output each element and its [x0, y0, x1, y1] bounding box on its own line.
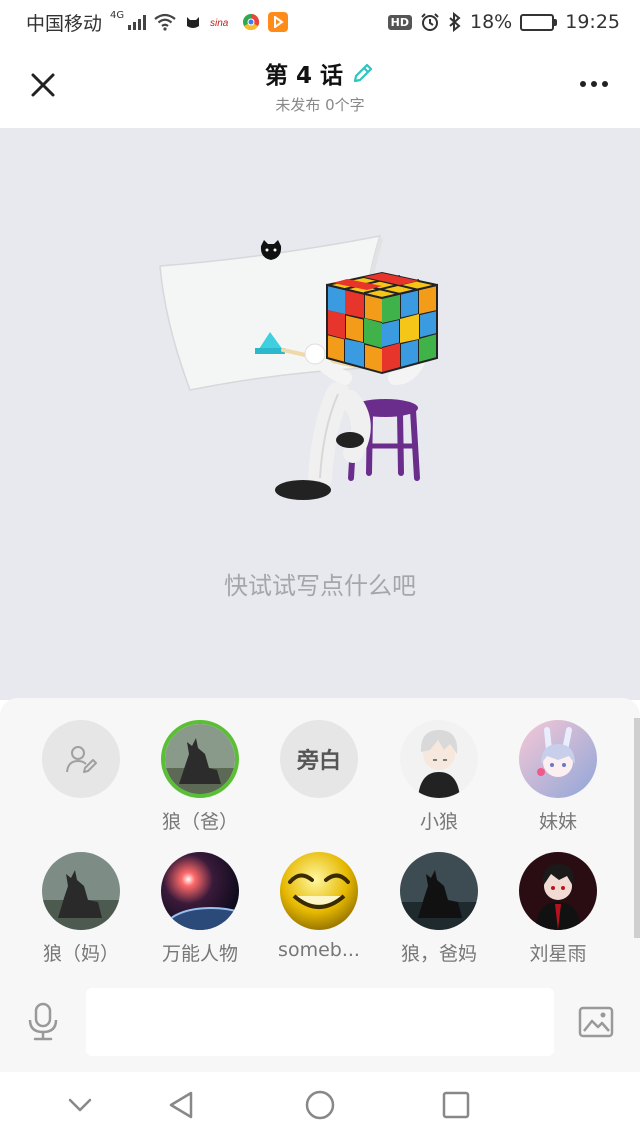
character-label: 狼（妈）	[42, 943, 119, 965]
character-label: someb...	[278, 939, 360, 961]
clock: 19:25	[565, 11, 620, 33]
narration-avatar: 旁白	[280, 720, 358, 798]
status-bar: 中国移动 4G sina HD 18% 19:25	[0, 0, 640, 44]
play-icon	[268, 12, 289, 32]
back-icon	[169, 1091, 193, 1119]
narration-text: 旁白	[296, 749, 341, 774]
more-button[interactable]	[580, 76, 612, 92]
character-avatar	[519, 852, 597, 930]
character-universal[interactable]: 万能人物	[140, 852, 260, 966]
character-label: 万能人物	[161, 943, 238, 965]
empty-state-illustration	[159, 235, 438, 500]
voice-button[interactable]	[26, 1002, 60, 1042]
character-label: 狼，爸妈	[400, 943, 477, 965]
character-avatar	[161, 720, 239, 798]
bluetooth-icon	[449, 12, 461, 32]
add-character-button[interactable]	[21, 720, 141, 807]
more-icon	[580, 81, 608, 87]
character-little-wolf[interactable]: 小狼	[379, 720, 499, 834]
character-label: 刘星雨	[529, 943, 587, 965]
sina-icon: sina	[210, 18, 229, 29]
recents-icon	[442, 1091, 470, 1119]
character-avatar	[161, 852, 239, 930]
empty-state-hint: 快试试写点什么吧	[224, 572, 416, 600]
battery-icon	[520, 13, 558, 31]
network-type: 4G	[110, 9, 125, 21]
pencil-icon[interactable]	[351, 61, 375, 85]
character-avatar	[519, 720, 597, 798]
home-button[interactable]	[304, 1089, 336, 1121]
character-sister[interactable]: 妹妹	[498, 720, 618, 834]
story-canvas[interactable]: 快试试写点什么吧	[0, 128, 640, 700]
character-somebody[interactable]: someb...	[259, 852, 379, 961]
app-chrome-icon	[243, 13, 260, 31]
character-avatar	[400, 720, 478, 798]
wifi-icon	[154, 13, 176, 31]
character-liu-xingyu[interactable]: 刘星雨	[498, 852, 618, 966]
svg-text:sina: sina	[210, 18, 229, 29]
character-wolf-mom[interactable]: 狼（妈）	[21, 852, 141, 966]
input-bar	[0, 976, 640, 1072]
message-input[interactable]	[86, 988, 554, 1056]
image-button[interactable]	[578, 1005, 614, 1039]
collapse-button[interactable]	[64, 1089, 96, 1121]
character-avatar	[42, 852, 120, 930]
app-cat-icon	[187, 17, 200, 28]
battery-percent: 18%	[470, 11, 513, 33]
recents-button[interactable]	[440, 1089, 472, 1121]
microphone-icon	[28, 1002, 58, 1041]
carrier-name: 中国移动	[26, 12, 103, 35]
character-avatar	[400, 852, 478, 930]
character-panel: 狼（爸） 旁白 小狼 妹妹 狼（妈） 万能人物 someb... 狼，爸妈 刘星…	[0, 698, 640, 976]
page-title[interactable]: 第 4 话	[265, 56, 343, 90]
add-character-avatar	[42, 720, 120, 798]
signal-icon	[128, 14, 147, 30]
image-icon	[578, 1006, 614, 1038]
character-label: 妹妹	[538, 811, 577, 833]
back-button[interactable]	[166, 1089, 198, 1121]
scrollbar-thumb[interactable]	[634, 718, 640, 938]
home-icon	[305, 1090, 335, 1120]
alarm-icon	[421, 13, 439, 31]
chapter-status: 未发布 0个字	[275, 96, 365, 114]
character-label: 狼（爸）	[161, 811, 238, 833]
character-avatar	[280, 852, 358, 930]
character-wolf-parents[interactable]: 狼，爸妈	[379, 852, 499, 966]
hd-badge: HD	[387, 14, 412, 30]
top-bar: 第 4 话 未发布 0个字	[0, 44, 640, 128]
system-nav-bar	[0, 1072, 640, 1138]
character-label: 小狼	[419, 811, 458, 833]
character-wolf-dad[interactable]: 狼（爸）	[140, 720, 260, 834]
person-edit-icon	[66, 746, 97, 773]
collapse-icon	[68, 1098, 92, 1112]
narration-button[interactable]: 旁白	[259, 720, 379, 807]
